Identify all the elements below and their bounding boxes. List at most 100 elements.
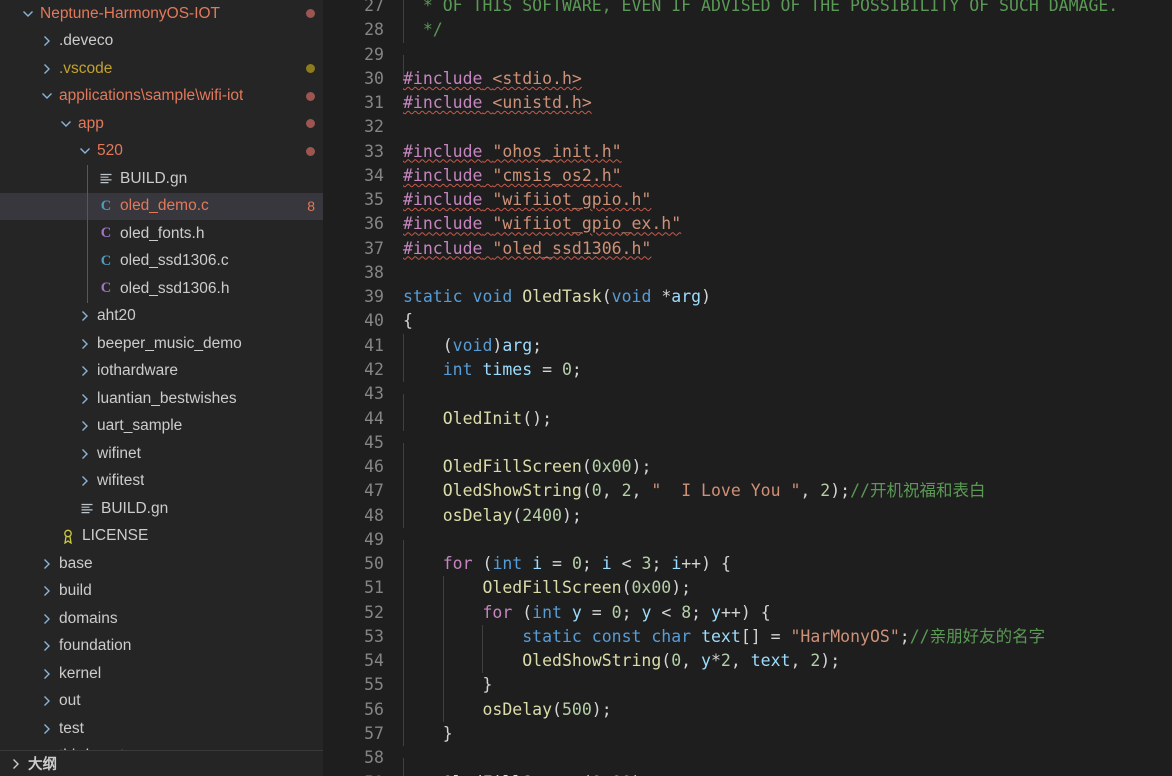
chevron-right-icon[interactable] [39, 638, 55, 654]
chevron-right-icon[interactable] [77, 391, 93, 407]
chevron-right-icon[interactable] [39, 556, 55, 572]
code-line[interactable]: 51 OledFillScreen(0x00); [323, 576, 1172, 601]
tree-row[interactable]: Coled_ssd1306.h [0, 275, 323, 303]
chevron-right-icon[interactable] [77, 446, 93, 462]
code-line[interactable]: 39 static void OledTask(void *arg) [323, 285, 1172, 309]
tree-row[interactable]: build [0, 578, 323, 606]
editor-indent-guide [403, 0, 404, 19]
chevron-right-icon[interactable] [77, 418, 93, 434]
tree-row[interactable]: Coled_demo.c 8 [0, 192, 323, 220]
code-line[interactable]: 42 int times = 0; [323, 357, 1172, 383]
code-token: < [611, 554, 642, 574]
tree-row[interactable]: 520 [0, 138, 323, 166]
code-line-text: OledFillScreen(0x00); [403, 576, 1172, 601]
code-line[interactable]: 30 #include <stdio.h> [323, 67, 1172, 91]
chevron-right-icon[interactable] [77, 336, 93, 352]
code-line[interactable]: 44 OledInit(); [323, 406, 1172, 431]
tree-row[interactable]: Neptune-HarmonyOS-IOT [0, 0, 323, 28]
chevron-right-icon[interactable] [39, 721, 55, 737]
tree-row[interactable]: applications\sample\wifi-iot [0, 83, 323, 111]
tree-row[interactable]: aht20 [0, 303, 323, 331]
line-number: 59 [323, 771, 403, 776]
code-line[interactable]: 57 } [323, 721, 1172, 747]
code-line[interactable]: 56 osDelay(500); [323, 697, 1172, 722]
code-line[interactable]: 36 #include "wifiiot_gpio_ex.h" [323, 212, 1172, 236]
tree-row[interactable]: BUILD.gn [0, 495, 323, 523]
code-line[interactable]: 37 #include "oled_ssd1306.h" [323, 237, 1172, 261]
tree-row[interactable]: kernel [0, 660, 323, 688]
code-line[interactable]: 46 OledFillScreen(0x00); [323, 455, 1172, 480]
chevron-right-icon[interactable] [39, 61, 55, 77]
code-token: 3 [641, 554, 652, 574]
code-line[interactable]: 29 [323, 43, 1172, 79]
code-line[interactable]: 59 OledFillScreen(0x00); [323, 770, 1172, 776]
line-number: 52 [364, 602, 384, 622]
file-tree[interactable]: Neptune-HarmonyOS-IOT .deveco .vscode appli… [0, 0, 323, 750]
chevron-right-icon[interactable] [77, 363, 93, 379]
code-line[interactable]: 31 #include <unistd.h> [323, 91, 1172, 115]
code-line[interactable]: 47 OledShowString(0, 2, " I Love You ", … [323, 479, 1172, 504]
tree-row[interactable]: BUILD.gn [0, 165, 323, 193]
tree-row-label: iothardware [97, 362, 178, 380]
tree-row[interactable]: base [0, 550, 323, 578]
tree-row[interactable]: uart_sample [0, 413, 323, 441]
editor-indent-guide [442, 649, 444, 674]
code-line[interactable]: 58 [323, 746, 1172, 776]
code-line[interactable]: 43 [323, 382, 1172, 419]
code-line-text: #include "ohos_init.h" [403, 140, 1172, 164]
chevron-down-icon[interactable] [39, 88, 55, 104]
tree-row[interactable]: .deveco [0, 28, 323, 56]
code-line[interactable]: 52 for (int y = 0; y < 8; y++) { [323, 600, 1172, 625]
code-line[interactable]: 50 for (int i = 0; i < 3; i++) { [323, 552, 1172, 577]
chevron-down-icon[interactable] [20, 6, 36, 22]
chevron-right-icon[interactable] [39, 693, 55, 709]
code-line[interactable]: 53 static const char text[] = "HarMonyOS… [323, 624, 1172, 650]
tree-row[interactable]: wifinet [0, 440, 323, 468]
tree-row-label: luantian_bestwishes [97, 389, 237, 407]
chevron-right-icon[interactable] [39, 33, 55, 49]
tree-row[interactable]: luantian_bestwishes [0, 385, 323, 413]
tree-row[interactable]: wifitest [0, 468, 323, 496]
chevron-right-icon[interactable] [77, 308, 93, 324]
chevron-right-icon[interactable] [39, 611, 55, 627]
tree-row[interactable]: test [0, 715, 323, 743]
editor-indent-guide [403, 406, 404, 431]
tree-row[interactable]: beeper_music_demo [0, 330, 323, 358]
code-line[interactable]: 55 } [323, 673, 1172, 698]
chevron-right-icon[interactable] [77, 473, 93, 489]
code-token: ( [472, 554, 493, 574]
code-line[interactable]: 32 [323, 115, 1172, 139]
chevron-right-icon[interactable] [39, 666, 55, 682]
code-line[interactable]: 41 (void)arg; [323, 333, 1172, 358]
tree-row[interactable]: Coled_fonts.h [0, 220, 323, 248]
tree-row[interactable]: out [0, 688, 323, 716]
git-status-dot [306, 119, 315, 129]
tree-row[interactable]: .vscode [0, 55, 323, 83]
tree-row[interactable]: third_party [0, 743, 323, 750]
code-token: ; [691, 602, 712, 622]
code-line[interactable]: 34 #include "cmsis_os2.h" [323, 164, 1172, 188]
code-line[interactable]: 35 #include "wifiiot_gpio.h" [323, 188, 1172, 212]
code-line[interactable]: 48 osDelay(2400); [323, 503, 1172, 528]
tree-row[interactable]: iothardware [0, 358, 323, 386]
editor-indent-guide [403, 624, 404, 650]
code-line[interactable]: 45 [323, 431, 1172, 468]
chevron-right-icon[interactable] [39, 583, 55, 599]
outline-panel-header[interactable]: 大纲 [0, 750, 323, 776]
code-line[interactable]: 33 #include "ohos_init.h" [323, 140, 1172, 164]
tree-row[interactable]: app [0, 110, 323, 138]
code-line[interactable]: 49 [323, 528, 1172, 565]
tree-row[interactable]: domains [0, 605, 323, 633]
code-line[interactable]: 27 * OF THIS SOFTWARE, EVEN IF ADVISED O… [323, 0, 1172, 19]
tree-row[interactable]: Coled_ssd1306.c [0, 248, 323, 276]
code-line[interactable]: 54 OledShowString(0, y*2, text, 2); [323, 649, 1172, 674]
chevron-down-icon[interactable] [58, 116, 74, 132]
chevron-down-icon[interactable] [77, 143, 93, 159]
code-line[interactable]: 28 */ [323, 18, 1172, 43]
problem-count-badge: 8 [307, 198, 315, 215]
tree-row[interactable]: LICENSE [0, 523, 323, 551]
code-line[interactable]: 40 { [323, 309, 1172, 333]
code-editor[interactable]: 27 * OF THIS SOFTWARE, EVEN IF ADVISED O… [323, 0, 1172, 776]
code-line[interactable]: 38 [323, 261, 1172, 285]
tree-row[interactable]: foundation [0, 633, 323, 661]
